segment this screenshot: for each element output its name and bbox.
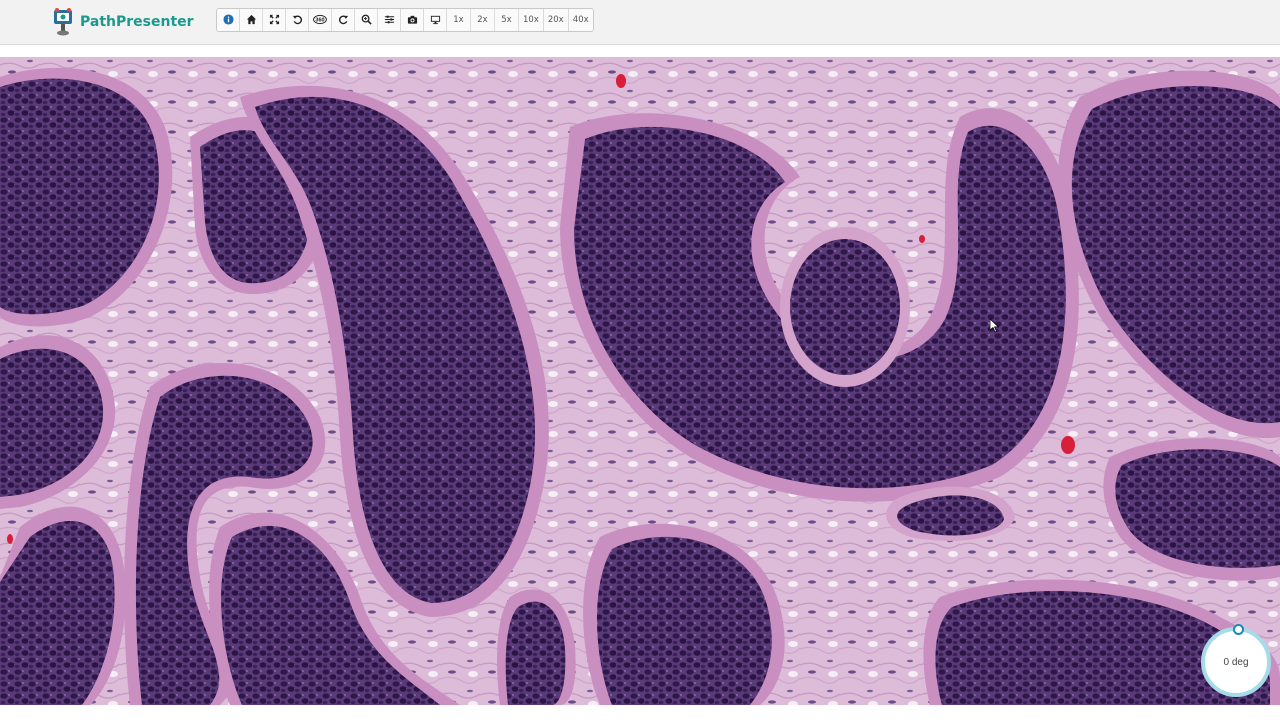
brand-logo[interactable]: PathPresenter <box>50 6 194 38</box>
adjust-sliders-icon <box>384 14 395 27</box>
brand-name: PathPresenter <box>80 14 194 30</box>
snapshot-button[interactable] <box>401 9 424 31</box>
rotate-360-icon: 360 <box>312 14 328 27</box>
rotate-360-label: 360 <box>315 17 324 23</box>
adjust-button[interactable] <box>378 9 401 31</box>
histology-slide-image <box>0 57 1280 705</box>
rotation-handle[interactable] <box>1233 624 1244 635</box>
rotate-left-icon <box>292 14 303 27</box>
zoom-in-button[interactable] <box>355 9 378 31</box>
fullscreen-button[interactable] <box>263 9 286 31</box>
zoom-20x-button[interactable]: 20x <box>543 9 569 31</box>
zoom-10x-button[interactable]: 10x <box>519 9 544 31</box>
zoom-2x-button[interactable]: 2x <box>471 9 495 31</box>
info-icon <box>222 13 234 27</box>
info-button[interactable] <box>217 9 240 31</box>
slide-viewer[interactable] <box>0 57 1280 705</box>
zoom-1x-button[interactable]: 1x <box>447 9 471 31</box>
zoom-40x-button[interactable]: 40x <box>568 9 593 31</box>
viewer-toolbar: 360 1x 2x 5x 10x 20x 40x <box>216 8 594 32</box>
rotation-dial[interactable]: 0 deg <box>1201 624 1271 697</box>
home-icon <box>246 14 257 27</box>
rotate-right-button[interactable] <box>332 9 355 31</box>
monitor-icon <box>430 14 441 27</box>
rotate-left-button[interactable] <box>286 9 309 31</box>
fullscreen-icon <box>269 14 280 27</box>
home-button[interactable] <box>240 9 263 31</box>
present-button[interactable] <box>424 9 447 31</box>
rotation-label: 0 deg <box>1223 656 1249 668</box>
microscope-logo-icon <box>50 7 76 37</box>
rotate-360-button[interactable]: 360 <box>309 9 332 31</box>
rotate-right-icon <box>338 14 349 27</box>
zoom-in-icon <box>361 14 372 27</box>
zoom-5x-button[interactable]: 5x <box>495 9 519 31</box>
mouse-cursor-icon <box>989 318 1000 333</box>
top-toolbar-bar: PathPresenter 360 1x 2x 5x 10x 20x 40x <box>0 0 1280 45</box>
camera-icon <box>407 14 418 27</box>
